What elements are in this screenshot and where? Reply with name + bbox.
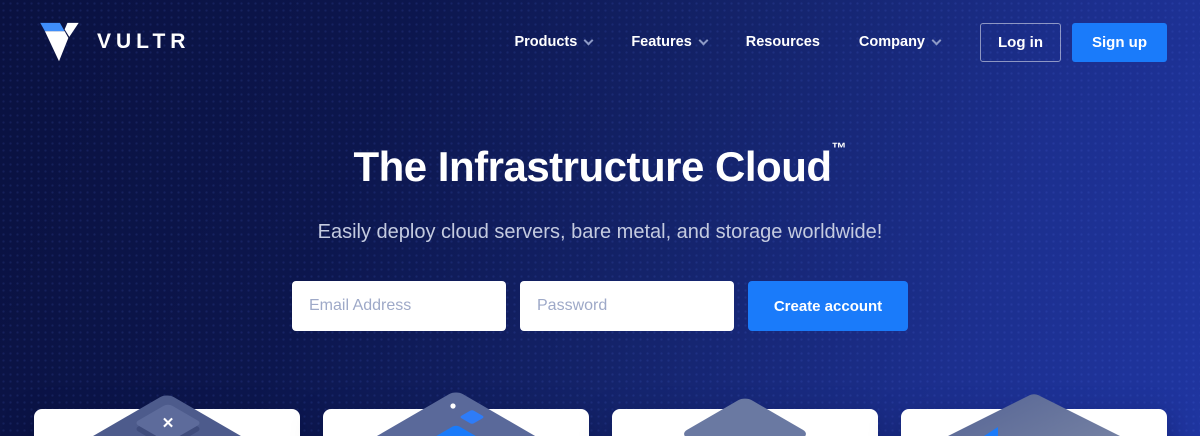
close-glyph: ✕ — [162, 415, 175, 432]
product-cards-row: ✕ — [0, 409, 1200, 436]
nav-item-features[interactable]: Features — [631, 34, 706, 50]
product-card-1[interactable]: ✕ — [34, 409, 300, 436]
product-card-4[interactable] — [901, 409, 1167, 436]
login-button[interactable]: Log in — [980, 23, 1061, 62]
chevron-down-icon — [932, 36, 942, 46]
illustration-platform-cube-icon — [336, 375, 576, 436]
page-title-text: The Infrastructure Cloud — [353, 143, 831, 190]
chevron-down-icon — [698, 36, 708, 46]
nav-item-resources[interactable]: Resources — [746, 34, 820, 50]
illustration-storage-plane-icon — [914, 375, 1154, 436]
email-input[interactable] — [292, 281, 506, 331]
nav-label: Resources — [746, 34, 820, 50]
nav-label: Features — [631, 34, 691, 50]
vultr-logo-icon — [36, 20, 82, 65]
vultr-logo-text: VULTR — [97, 30, 190, 54]
vultr-logo[interactable]: VULTR — [36, 20, 190, 65]
nav-item-company[interactable]: Company — [859, 34, 940, 50]
product-card-2[interactable] — [323, 409, 589, 436]
create-account-button[interactable]: Create account — [748, 281, 908, 331]
illustration-box-close-icon: ✕ — [47, 375, 287, 436]
chevron-down-icon — [584, 36, 594, 46]
main-nav: Products Features Resources Company — [514, 34, 940, 50]
top-navigation-bar: VULTR Products Features Resources Compan… — [0, 0, 1200, 84]
trademark-symbol: ™ — [832, 140, 847, 157]
product-card-3[interactable] — [612, 409, 878, 436]
illustration-server-cluster-icon — [625, 375, 865, 436]
password-input[interactable] — [520, 281, 734, 331]
page-title: The Infrastructure Cloud™ — [0, 140, 1200, 191]
nav-item-products[interactable]: Products — [514, 34, 592, 50]
signup-form: Create account — [0, 281, 1200, 331]
nav-label: Products — [514, 34, 577, 50]
nav-label: Company — [859, 34, 925, 50]
signup-button[interactable]: Sign up — [1072, 23, 1167, 62]
hero-subtitle: Easily deploy cloud servers, bare metal,… — [0, 221, 1200, 244]
